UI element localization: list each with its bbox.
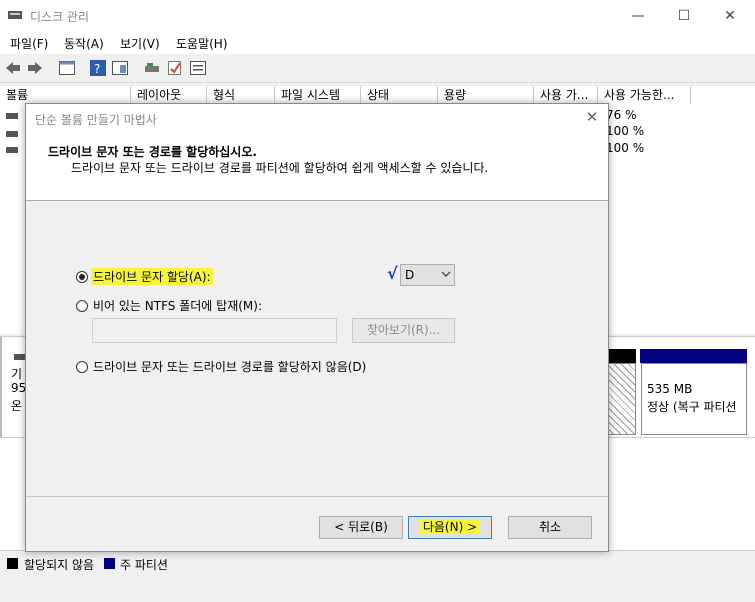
assign-letter-radio[interactable] bbox=[76, 271, 88, 283]
volume-drive-icon bbox=[6, 110, 18, 124]
percent-free-value: 76 % bbox=[606, 108, 637, 122]
properties-pane-icon[interactable] bbox=[111, 59, 129, 77]
recovery-partition[interactable]: 535 MB 정상 (복구 파티션 bbox=[641, 363, 747, 435]
legend-primary: 주 파티션 bbox=[120, 558, 168, 572]
chevron-down-icon bbox=[441, 267, 451, 284]
column-volume[interactable]: 볼륨 bbox=[0, 86, 131, 104]
volume-drive-icon bbox=[6, 144, 18, 158]
disk-management-icon bbox=[8, 9, 22, 21]
menu-view[interactable]: 보기(V) bbox=[120, 35, 160, 52]
column-layout[interactable]: 레이아웃 bbox=[131, 86, 207, 104]
checklist-icon[interactable] bbox=[166, 59, 184, 77]
legend-unallocated: 할당되지 않음 bbox=[24, 558, 95, 572]
column-file-system[interactable]: 파일 시스템 bbox=[275, 86, 361, 104]
window-title: 디스크 관리 bbox=[30, 10, 90, 24]
mount-ntfs-label[interactable]: 비어 있는 NTFS 폴더에 탑재(M): bbox=[93, 297, 262, 314]
toolbar: ? bbox=[0, 54, 755, 83]
unallocated-region[interactable] bbox=[606, 363, 636, 435]
volume-drive-icon bbox=[6, 128, 18, 142]
disk-drive-icon[interactable] bbox=[143, 59, 161, 77]
disk-row-divider bbox=[0, 337, 2, 437]
legend-bar: 할당되지 않음 주 파티션 bbox=[0, 550, 755, 577]
dialog-title: 단순 볼륨 만들기 마법사 bbox=[35, 113, 157, 127]
back-arrow-icon[interactable] bbox=[4, 59, 22, 77]
column-percent-free[interactable]: 사용 가능한... bbox=[598, 86, 691, 104]
column-type[interactable]: 형식 bbox=[207, 86, 275, 104]
new-simple-volume-wizard: 단순 볼륨 만들기 마법사 ✕ 드라이브 문자 또는 경로를 할당하십시오. 드… bbox=[25, 103, 609, 552]
dialog-separator bbox=[26, 496, 608, 497]
list-view-icon[interactable] bbox=[189, 59, 207, 77]
close-button[interactable]: ✕ bbox=[707, 0, 753, 32]
partition-size: 535 MB bbox=[647, 382, 693, 396]
percent-free-value: 100 % bbox=[606, 141, 645, 155]
check-mark-annotation: √ bbox=[387, 264, 398, 283]
column-capacity[interactable]: 용량 bbox=[438, 86, 534, 104]
percent-free-value: 100 % bbox=[606, 124, 645, 138]
column-status[interactable]: 상태 bbox=[361, 86, 438, 104]
svg-text:?: ? bbox=[94, 62, 100, 76]
primary-partition-swatch bbox=[104, 558, 115, 569]
partition-status: 정상 (복구 파티션 bbox=[647, 400, 737, 414]
dialog-close-icon[interactable]: ✕ bbox=[582, 108, 602, 128]
no-letter-radio[interactable] bbox=[76, 361, 88, 373]
maximize-button[interactable]: ☐ bbox=[661, 0, 707, 32]
menu-file[interactable]: 파일(F) bbox=[10, 35, 48, 52]
unallocated-bar bbox=[606, 349, 636, 363]
dialog-heading: 드라이브 문자 또는 경로를 할당하십시오. bbox=[48, 145, 257, 159]
dialog-titlebar: 단순 볼륨 만들기 마법사 ✕ bbox=[26, 104, 608, 133]
assign-letter-label[interactable]: 드라이브 문자 할당(A): bbox=[91, 268, 213, 285]
menu-action[interactable]: 동작(A) bbox=[64, 35, 104, 52]
next-button[interactable]: 다음(N) > bbox=[408, 516, 492, 539]
menu-help[interactable]: 도움말(H) bbox=[176, 35, 228, 52]
mount-ntfs-radio[interactable] bbox=[76, 300, 88, 312]
next-button-label: 다음(N) > bbox=[419, 520, 481, 534]
dialog-subheading: 드라이브 문자 또는 드라이브 경로를 파티션에 할당하여 쉽게 액세스할 수 … bbox=[71, 161, 489, 175]
cancel-button[interactable]: 취소 bbox=[508, 516, 592, 539]
help-icon[interactable]: ? bbox=[89, 59, 107, 77]
back-button[interactable]: < 뒤로(B) bbox=[319, 516, 403, 539]
forward-arrow-icon[interactable] bbox=[26, 59, 44, 77]
unallocated-swatch bbox=[7, 558, 18, 569]
menu-bar: 파일(F) 동작(A) 보기(V) 도움말(H) bbox=[0, 32, 755, 54]
mount-path-input[interactable] bbox=[92, 318, 337, 343]
browse-button[interactable]: 찾아보기(R)... bbox=[352, 318, 455, 343]
drive-letter-dropdown[interactable]: D bbox=[400, 264, 455, 286]
drive-letter-value: D bbox=[405, 268, 415, 282]
disk-label-line: 95 bbox=[11, 381, 27, 395]
window-titlebar: 디스크 관리 — ☐ ✕ bbox=[0, 0, 755, 32]
console-tree-icon[interactable] bbox=[58, 59, 76, 77]
no-letter-label[interactable]: 드라이브 문자 또는 드라이브 경로를 할당하지 않음(D) bbox=[93, 358, 366, 375]
disk-label-line: 온 bbox=[11, 399, 23, 413]
primary-partition-bar bbox=[640, 349, 747, 363]
column-free-space[interactable]: 사용 가... bbox=[534, 86, 598, 104]
minimize-button[interactable]: — bbox=[615, 0, 661, 32]
dialog-header: 드라이브 문자 또는 경로를 할당하십시오. 드라이브 문자 또는 드라이브 경… bbox=[26, 133, 608, 201]
disk-label-line: 기 bbox=[11, 367, 23, 381]
